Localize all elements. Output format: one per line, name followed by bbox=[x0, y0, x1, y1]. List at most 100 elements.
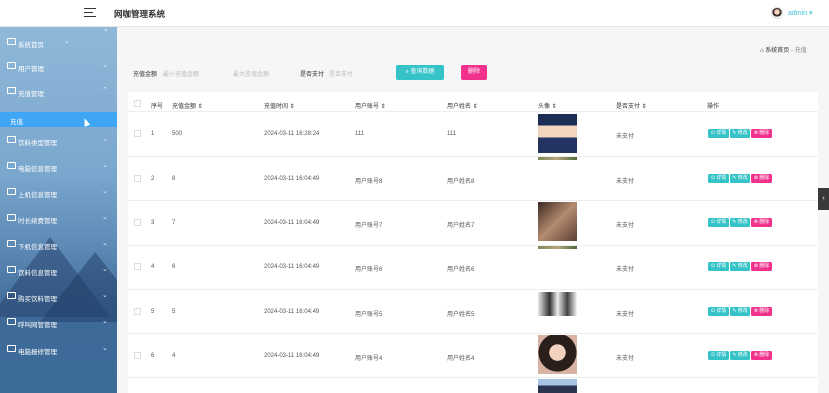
edit-button[interactable]: ✎ 修改 bbox=[730, 174, 750, 183]
cell-name: 用户姓名6 bbox=[447, 267, 475, 273]
cell-time: 2024-03-11 16:04:49 bbox=[264, 176, 320, 182]
column-header-index: 序号 bbox=[151, 104, 164, 110]
detail-button[interactable]: ⊙ 详情 bbox=[708, 218, 729, 227]
sidebar-item-drinks[interactable]: 饮料信息管理 ⌄ bbox=[0, 258, 117, 282]
sidebar-item-label: 购买饮料管理 bbox=[18, 295, 57, 303]
sidebar-item-label: 饮料信息管理 bbox=[18, 269, 57, 277]
delete-button[interactable]: ⊗ 删除 bbox=[751, 174, 772, 183]
cell-account: 用户账号6 bbox=[355, 267, 383, 273]
sidebar-item-logouts[interactable]: 下机信息管理 ⌄ bbox=[0, 232, 117, 256]
batch-delete-button[interactable]: 删除 bbox=[461, 65, 487, 80]
cell-account: 用户账号4 bbox=[355, 356, 383, 362]
avatar-image bbox=[538, 292, 577, 316]
select-all-checkbox[interactable] bbox=[134, 100, 141, 107]
chevron-down-icon: ⌄ bbox=[102, 62, 108, 69]
row-checkbox[interactable] bbox=[134, 352, 141, 359]
column-header-amount[interactable]: 充值金额 ⇕ bbox=[172, 101, 203, 110]
delete-button[interactable]: ⊗ 删除 bbox=[751, 129, 772, 138]
chevron-down-icon: ⌄ bbox=[102, 214, 108, 221]
cell-amount: 8 bbox=[172, 176, 176, 182]
edit-button[interactable]: ✎ 修改 bbox=[730, 351, 750, 360]
menu-toggle-icon[interactable] bbox=[84, 8, 96, 18]
cell-paid-status: 未支付 bbox=[616, 223, 635, 229]
column-header-paid[interactable]: 是否支付 ⇕ bbox=[616, 101, 647, 110]
user-avatar[interactable] bbox=[771, 7, 783, 19]
column-header-name[interactable]: 用户姓名 ⇕ bbox=[447, 101, 478, 110]
column-header-account[interactable]: 用户账号 ⇕ bbox=[355, 101, 386, 110]
row-checkbox[interactable] bbox=[134, 263, 141, 270]
bell-icon bbox=[7, 318, 16, 325]
cell-index: 5 bbox=[151, 309, 155, 315]
min-amount-input[interactable]: 最小充值金额 bbox=[163, 69, 199, 78]
detail-button[interactable]: ⊙ 详情 bbox=[708, 307, 729, 316]
column-header-avatar[interactable]: 头像 ⇕ bbox=[538, 101, 557, 110]
breadcrumb-current: 充值 bbox=[794, 48, 807, 54]
sidebar-item-label: 下机信息管理 bbox=[18, 243, 57, 251]
row-checkbox[interactable] bbox=[134, 130, 141, 137]
column-header-time[interactable]: 充值时间 ⇕ bbox=[264, 101, 295, 110]
row-divider bbox=[128, 200, 818, 201]
side-panel-toggle[interactable]: ‹ bbox=[818, 188, 829, 210]
row-divider bbox=[128, 289, 818, 290]
keyboard-icon bbox=[7, 162, 16, 169]
breadcrumb-separator: - bbox=[790, 48, 793, 54]
user-menu[interactable]: admin ▾ bbox=[788, 9, 813, 17]
chevron-down-icon: ⌄ bbox=[102, 345, 108, 352]
monitor-icon bbox=[7, 240, 16, 247]
delete-button[interactable]: ⊗ 删除 bbox=[751, 262, 772, 271]
cell-time: 2024-03-11 16:04:49 bbox=[264, 220, 320, 226]
cell-paid-status: 未支付 bbox=[616, 267, 635, 273]
avatar-image bbox=[538, 335, 577, 374]
sidebar-subitem-recharge[interactable]: 充值 bbox=[0, 112, 117, 127]
cell-amount: 500 bbox=[172, 131, 183, 137]
sidebar-item-computers[interactable]: 电脑信息管理 ⌄ bbox=[0, 154, 117, 178]
max-amount-input[interactable]: 最大充值金额 bbox=[233, 69, 269, 78]
row-divider bbox=[128, 333, 818, 334]
cell-index: 1 bbox=[151, 131, 155, 137]
cell-index: 6 bbox=[151, 353, 155, 359]
breadcrumb-home[interactable]: 系统首页 bbox=[765, 48, 789, 54]
row-checkbox[interactable] bbox=[134, 308, 141, 315]
cell-account: 111 bbox=[355, 131, 365, 137]
home-icon bbox=[7, 38, 16, 45]
cell-name: 用户姓名8 bbox=[447, 179, 475, 185]
detail-button[interactable]: ⊙ 详情 bbox=[708, 262, 729, 271]
paid-filter-label: 是否支付 bbox=[300, 72, 325, 78]
edit-button[interactable]: ✎ 修改 bbox=[730, 129, 750, 138]
sidebar-item-users[interactable]: 用户管理 ⌄ bbox=[0, 54, 117, 78]
cell-time: 2024-03-11 16:04:49 bbox=[264, 309, 320, 315]
cell-paid-status: 未支付 bbox=[616, 134, 635, 140]
edit-button[interactable]: ✎ 修改 bbox=[730, 218, 750, 227]
cell-amount: 4 bbox=[172, 353, 176, 359]
edit-button[interactable]: ✎ 修改 bbox=[730, 307, 750, 316]
edit-button[interactable]: ✎ 修改 bbox=[730, 262, 750, 271]
detail-button[interactable]: ⊙ 详情 bbox=[708, 129, 729, 138]
sidebar-item-drink-types[interactable]: 饮料类型管理 ⌄ bbox=[0, 128, 117, 152]
row-divider bbox=[128, 156, 818, 157]
detail-button[interactable]: ⊙ 详情 bbox=[708, 174, 729, 183]
cell-account: 用户账号5 bbox=[355, 312, 383, 318]
sidebar-item-repairs[interactable]: 电脑报修管理 ⌄ bbox=[0, 337, 117, 361]
home-icon: ⌂ bbox=[760, 48, 764, 54]
chevron-up-icon: ⌃ bbox=[102, 87, 108, 94]
delete-button[interactable]: ⊗ 删除 bbox=[751, 307, 772, 316]
cell-amount: 6 bbox=[172, 264, 176, 270]
chevron-down-icon: ⌄ bbox=[102, 292, 108, 299]
detail-button[interactable]: ⊙ 详情 bbox=[708, 351, 729, 360]
sidebar-item-home[interactable]: 系统首页 ⌄ bbox=[0, 30, 117, 54]
row-divider bbox=[128, 377, 818, 378]
sidebar-item-recharge[interactable]: 充值管理 ⌃ bbox=[0, 79, 117, 103]
search-button[interactable]: ⌕ 查询数据 bbox=[396, 65, 444, 80]
sidebar-item-sessions[interactable]: 上机信息管理 ⌄ bbox=[0, 180, 117, 204]
delete-button[interactable]: ⊗ 删除 bbox=[751, 218, 772, 227]
sidebar-item-calls[interactable]: 呼叫网管管理 ⌄ bbox=[0, 310, 117, 334]
cell-index: 3 bbox=[151, 220, 155, 226]
row-checkbox[interactable] bbox=[134, 219, 141, 226]
column-header-actions: 操作 bbox=[707, 104, 720, 110]
delete-button[interactable]: ⊗ 删除 bbox=[751, 351, 772, 360]
paid-filter-input[interactable]: 是否支付 bbox=[329, 69, 353, 78]
cell-paid-status: 未支付 bbox=[616, 312, 635, 318]
sidebar-item-purchases[interactable]: 购买饮料管理 ⌄ bbox=[0, 284, 117, 308]
row-checkbox[interactable] bbox=[134, 175, 141, 182]
sidebar-item-renewals[interactable]: 时长续费管理 ⌄ bbox=[0, 206, 117, 230]
